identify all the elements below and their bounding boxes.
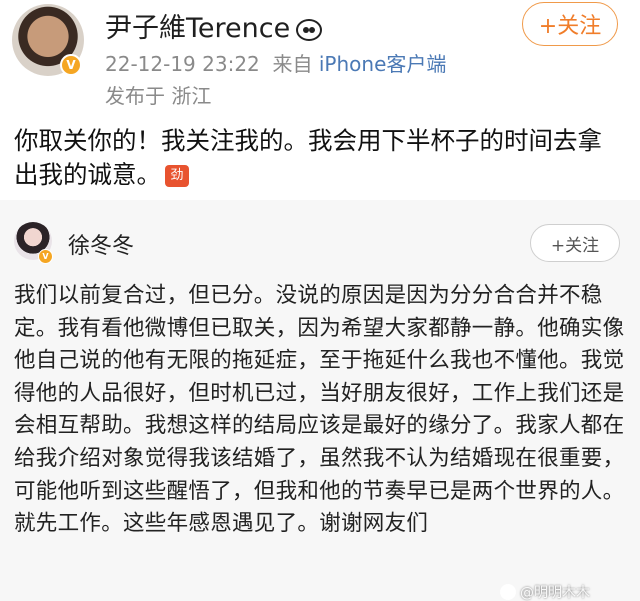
source-prefix: 来自 xyxy=(272,52,313,76)
username[interactable]: 尹子維Terence xyxy=(105,6,323,45)
follow-button[interactable]: +关注 xyxy=(530,224,620,262)
post-text: 我们以前复合过，但已分。没说的原因是因为分分合合并不稳定。我有看他微博但已取关，… xyxy=(14,283,625,537)
post-text-content: 你取关你的！我关注我的。我会用下半杯子的时间去拿出我的诚意。 xyxy=(14,126,602,189)
follow-button[interactable]: +关注 xyxy=(522,2,618,46)
panda-icon xyxy=(296,18,323,41)
location: 发布于 浙江 xyxy=(105,84,212,108)
watermark-logo-icon xyxy=(500,584,516,600)
verified-badge-icon: V xyxy=(38,249,53,264)
username-text[interactable]: 尹子維Terence xyxy=(105,13,290,44)
timestamp: 22-12-19 23:22 xyxy=(105,52,260,76)
post-card-terence: V 尹子維Terence 22-12-19 23:22 来自 iPhone客户端… xyxy=(0,0,640,200)
source-link[interactable]: iPhone客户端 xyxy=(319,52,447,76)
watermark-text: @明明木木 xyxy=(520,585,590,601)
post-text: 你取关你的！我关注我的。我会用下半杯子的时间去拿出我的诚意。劲 xyxy=(14,124,624,192)
verified-badge-icon: V xyxy=(60,54,82,76)
watermark: @明明木木 xyxy=(500,582,590,601)
username[interactable]: 徐冬冬 xyxy=(68,228,134,260)
emoji-icon: 劲 xyxy=(165,165,189,187)
post-meta: 22-12-19 23:22 来自 iPhone客户端 xyxy=(105,48,446,77)
